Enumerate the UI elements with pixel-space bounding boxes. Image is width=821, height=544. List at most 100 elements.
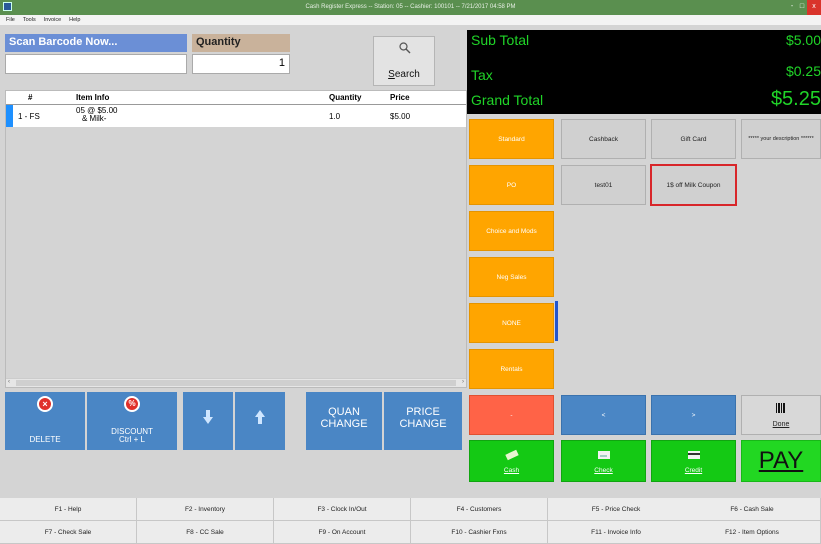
cash-icon (504, 449, 519, 460)
menu-file[interactable]: File (6, 17, 15, 23)
row-item-info-2: & Milk- (82, 114, 107, 123)
check-label: Check (594, 466, 613, 474)
discount-button[interactable]: % DISCOUNT Ctrl + L (87, 392, 177, 450)
search-label: Search (388, 69, 420, 80)
scroll-thumb[interactable] (16, 380, 456, 386)
pos-window: Cash Register Express -- Station: 05 -- … (0, 0, 821, 544)
quantity-input[interactable]: 1 (192, 54, 290, 74)
row-price: $5.00 (390, 112, 411, 121)
pay-button[interactable]: PAY (741, 440, 821, 482)
close-button[interactable]: x (807, 0, 821, 15)
price-change-label-1: PRICE (406, 406, 440, 418)
f1-help-button[interactable]: F1 - Help (0, 498, 137, 521)
check-icon (597, 450, 610, 459)
price-change-button[interactable]: PRICE CHANGE (384, 392, 462, 450)
discount-shortcut: Ctrl + L (118, 435, 145, 444)
description-button[interactable]: ***** your description ****** (741, 119, 821, 159)
category-choice-and-mods[interactable]: Choice and Mods (469, 211, 554, 251)
barcode-icon (776, 402, 785, 413)
tax-value: $0.25 (785, 63, 821, 79)
tax-label: Tax (471, 67, 493, 83)
quantity-label: Quantity (192, 34, 290, 52)
f5-price-check-button[interactable]: F5 - Price Check (548, 498, 685, 521)
credit-label: Credit (684, 466, 703, 474)
table-row[interactable]: 1 - FS 05 @ $5.00 & Milk- 1.0 $5.00 (6, 105, 466, 127)
category-rentals[interactable]: Rentals (469, 349, 554, 389)
arrow-down-icon (203, 410, 213, 424)
row-number: 1 - FS (18, 112, 40, 121)
col-quantity: Quantity (329, 93, 362, 102)
register-panel: Sub Total $5.00 Tax $0.25 Grand Total $5… (467, 30, 821, 496)
cash-label: Cash (503, 466, 520, 474)
function-key-bar: F1 - Help F2 - Inventory F3 - Clock In/O… (0, 498, 821, 544)
maximize-button[interactable]: □ (797, 0, 807, 15)
f7-check-sale-button[interactable]: F7 - Check Sale (0, 521, 137, 544)
minus-button[interactable]: - (469, 395, 554, 435)
page-left-button[interactable]: < (561, 395, 646, 435)
credit-button[interactable]: Credit (651, 440, 736, 482)
delete-x-icon: × (37, 396, 53, 412)
minimize-button[interactable]: - (787, 0, 797, 15)
horizontal-scrollbar[interactable]: ‹ › (6, 378, 466, 387)
gift-card-button[interactable]: Gift Card (651, 119, 736, 159)
f2-inventory-button[interactable]: F2 - Inventory (137, 498, 274, 521)
quan-change-label-2: CHANGE (320, 418, 368, 430)
title-bar: Cash Register Express -- Station: 05 -- … (0, 0, 821, 15)
done-label: Done (772, 420, 790, 428)
delete-label: DELETE (29, 435, 61, 444)
move-up-button[interactable] (235, 392, 285, 450)
menu-bar: File Tools Invoice Help (0, 15, 821, 25)
f4-customers-button[interactable]: F4 - Customers (411, 498, 548, 521)
delete-button[interactable]: × DELETE (5, 392, 85, 450)
col-item-info: Item Info (76, 93, 110, 102)
scan-barcode-label: Scan Barcode Now... (5, 34, 187, 52)
scroll-left-icon[interactable]: ‹ (8, 379, 10, 385)
cashback-button[interactable]: Cashback (561, 119, 646, 159)
check-button[interactable]: Check (561, 440, 646, 482)
subtotal-value: $5.00 (785, 32, 821, 48)
arrow-up-icon (255, 410, 265, 424)
f10-cashier-fxns-button[interactable]: F10 - Cashier Fxns (411, 521, 548, 544)
barcode-input[interactable] (5, 54, 187, 74)
selected-category-indicator (555, 301, 558, 341)
price-change-label-2: CHANGE (399, 418, 447, 430)
f6-cash-sale-button[interactable]: F6 - Cash Sale (684, 498, 821, 521)
f3-clock-button[interactable]: F3 - Clock In/Out (274, 498, 411, 521)
done-button[interactable]: Done (741, 395, 821, 435)
f9-on-account-button[interactable]: F9 - On Account (274, 521, 411, 544)
move-down-button[interactable] (183, 392, 233, 450)
menu-help[interactable]: Help (69, 17, 80, 23)
grand-total-label: Grand Total (471, 92, 544, 108)
grand-total-value: $5.25 (770, 88, 821, 110)
category-po[interactable]: PO (469, 165, 554, 205)
col-price: Price (390, 93, 410, 102)
item-grid: # Item Info Quantity Price 1 - FS 05 @ $… (5, 90, 467, 388)
cash-button[interactable]: Cash (469, 440, 554, 482)
milk-coupon-button[interactable]: 1$ off Milk Coupon (650, 164, 737, 206)
magnifier-icon (399, 42, 411, 54)
row-quantity: 1.0 (329, 112, 341, 121)
menu-invoice[interactable]: Invoice (44, 17, 61, 23)
f11-invoice-info-button[interactable]: F11 - Invoice Info (548, 521, 685, 544)
page-right-button[interactable]: > (651, 395, 736, 435)
quantity-change-button[interactable]: QUAN CHANGE (306, 392, 382, 450)
category-standard[interactable]: Standard (469, 119, 554, 159)
menu-tools[interactable]: Tools (23, 17, 36, 23)
f8-cc-sale-button[interactable]: F8 - CC Sale (137, 521, 274, 544)
search-button[interactable]: Search (373, 36, 435, 86)
quan-change-label-1: QUAN (328, 406, 360, 418)
f12-item-options-button[interactable]: F12 - Item Options (684, 521, 821, 544)
totals-display: Sub Total $5.00 Tax $0.25 Grand Total $5… (467, 30, 821, 114)
grid-header: # Item Info Quantity Price (6, 91, 466, 105)
col-number: # (28, 93, 33, 102)
row-selector[interactable] (6, 105, 13, 127)
category-none[interactable]: NONE (469, 303, 554, 343)
category-neg-sales[interactable]: Neg Sales (469, 257, 554, 297)
percent-icon: % (124, 396, 140, 412)
test01-button[interactable]: test01 (561, 165, 646, 205)
action-bar: × DELETE % DISCOUNT Ctrl + L QUANCHANGE (5, 392, 467, 452)
scroll-right-icon[interactable]: › (462, 379, 464, 385)
subtotal-label: Sub Total (471, 32, 530, 48)
window-title: Cash Register Express -- Station: 05 -- … (305, 4, 516, 10)
credit-card-icon (687, 450, 700, 459)
